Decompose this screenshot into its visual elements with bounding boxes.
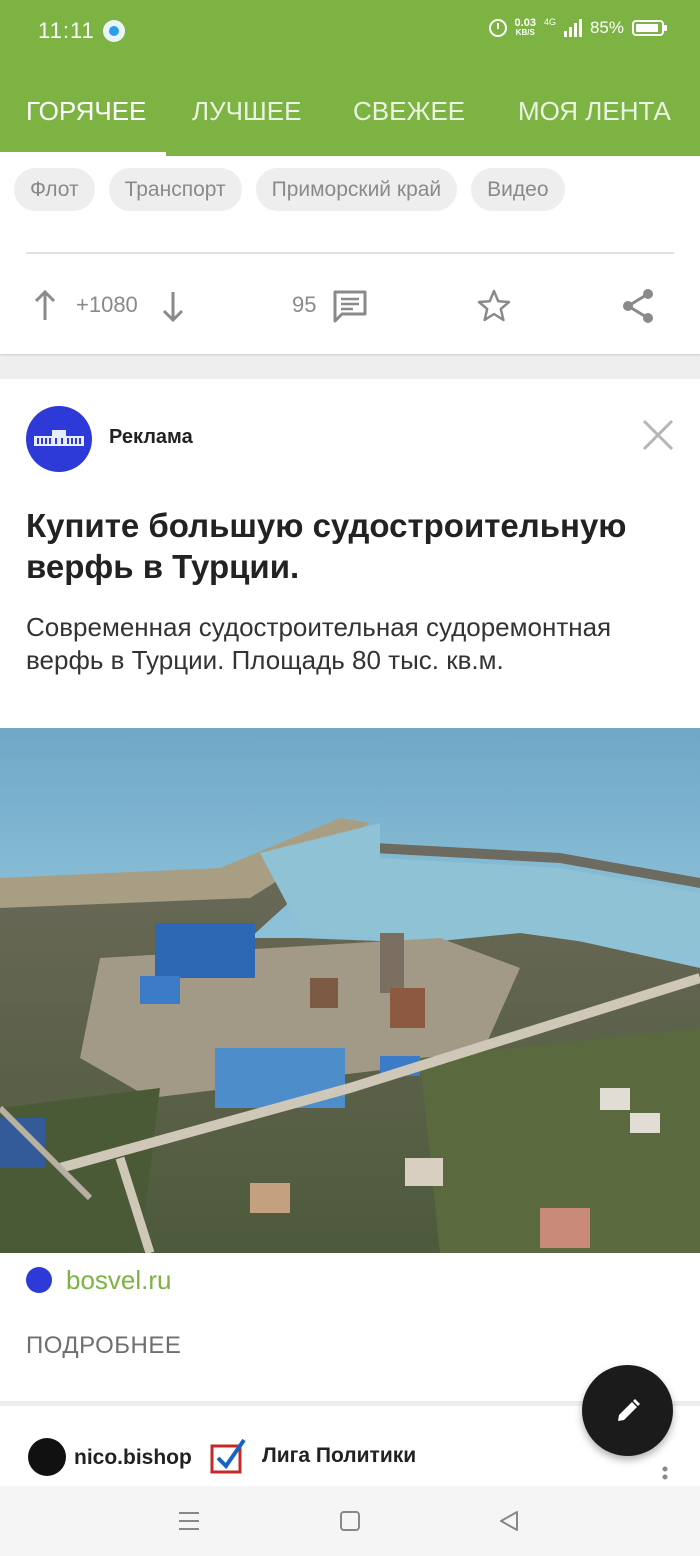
share-icon bbox=[623, 289, 653, 323]
upvote-button[interactable] bbox=[30, 288, 60, 324]
share-button[interactable] bbox=[618, 286, 658, 326]
tag-chip[interactable]: Приморский край bbox=[255, 168, 458, 211]
back-triangle-icon bbox=[500, 1511, 518, 1531]
author-name[interactable]: nico.bishop bbox=[74, 1446, 192, 1470]
ad-site-icon bbox=[26, 1267, 52, 1293]
status-indicators: 0.03 KB/S 4G 85% bbox=[488, 17, 667, 38]
network-speed-value: 0.03 bbox=[514, 17, 536, 29]
alarm-icon bbox=[488, 19, 507, 37]
close-ad-button[interactable] bbox=[640, 417, 676, 453]
downvote-button[interactable] bbox=[158, 288, 188, 324]
community-icon[interactable] bbox=[208, 1436, 248, 1476]
save-button[interactable] bbox=[474, 286, 514, 326]
tab-best[interactable]: ЛУЧШЕЕ bbox=[192, 96, 301, 156]
arrow-up-icon bbox=[34, 290, 56, 320]
network-speed-unit: KB/S bbox=[515, 28, 535, 37]
back-nav-button[interactable] bbox=[496, 1508, 522, 1534]
post-rating: +1080 bbox=[76, 292, 138, 317]
close-icon bbox=[642, 419, 674, 451]
post-actions: +1080 95 bbox=[0, 276, 700, 336]
battery-percent: 85% bbox=[589, 18, 624, 37]
system-nav-bar bbox=[0, 1486, 700, 1556]
tag-chip[interactable]: Видео bbox=[471, 168, 565, 211]
square-icon bbox=[340, 1511, 360, 1531]
divider bbox=[26, 252, 674, 254]
checkbox-vote-icon bbox=[210, 1438, 246, 1474]
star-icon bbox=[477, 289, 511, 322]
create-post-button[interactable] bbox=[582, 1365, 673, 1456]
more-options-icon[interactable] bbox=[662, 1466, 668, 1486]
ad-description: Современная судостроительная судоремонтн… bbox=[26, 612, 612, 675]
ad-site-link[interactable]: bosvel.ru bbox=[66, 1265, 172, 1296]
ad-card: Реклама Купите большую судостроительную … bbox=[0, 379, 700, 1401]
tab-my-feed[interactable]: МОЯ ЛЕНТА bbox=[518, 96, 671, 156]
battery-icon bbox=[632, 20, 667, 36]
status-bar: 11:11 0.03 KB/S 4G 85% bbox=[0, 0, 700, 62]
feed-tabs: ГОРЯЧЕЕ ЛУЧШЕЕ СВЕЖЕЕ МОЯ ЛЕНТА bbox=[0, 96, 700, 156]
ad-more-button[interactable]: ПОДРОБНЕЕ bbox=[26, 1332, 181, 1360]
ad-label: Реклама bbox=[109, 426, 193, 448]
signal-icon bbox=[563, 19, 582, 37]
tag-chip[interactable]: Транспорт bbox=[108, 168, 242, 211]
app-header: 11:11 0.03 KB/S 4G 85% ГОРЯЧЕЕ ЛУЧШЕЕ СВ… bbox=[0, 0, 700, 156]
comments-button[interactable] bbox=[330, 286, 370, 326]
building-logo-icon bbox=[34, 430, 84, 446]
ad-title[interactable]: Купите большую судостроительную верфь в … bbox=[26, 505, 676, 587]
author-avatar[interactable] bbox=[28, 1438, 66, 1476]
post-tags: Флот Транспорт Приморский край Видео bbox=[14, 168, 565, 211]
post-card: Флот Транспорт Приморский край Видео +10… bbox=[0, 156, 700, 354]
menu-nav-button[interactable] bbox=[176, 1508, 202, 1534]
menu-icon bbox=[179, 1512, 199, 1530]
network-generation: 4G bbox=[543, 17, 556, 27]
community-name[interactable]: Лига Политики bbox=[262, 1444, 416, 1468]
comment-icon bbox=[333, 290, 367, 323]
comments-count: 95 bbox=[292, 292, 317, 317]
status-time: 11:11 bbox=[38, 18, 95, 43]
network-speed: 0.03 KB/S bbox=[514, 17, 536, 38]
notification-app-icon bbox=[103, 20, 125, 42]
pencil-icon bbox=[617, 1398, 640, 1421]
home-nav-button[interactable] bbox=[337, 1508, 363, 1534]
tag-chip[interactable]: Флот bbox=[14, 168, 95, 211]
advertiser-avatar[interactable] bbox=[26, 406, 92, 472]
ad-image-shipyard[interactable] bbox=[0, 728, 700, 1253]
tab-hot[interactable]: ГОРЯЧЕЕ bbox=[26, 96, 146, 156]
arrow-down-icon bbox=[162, 292, 184, 322]
tab-fresh[interactable]: СВЕЖЕЕ bbox=[353, 96, 465, 156]
